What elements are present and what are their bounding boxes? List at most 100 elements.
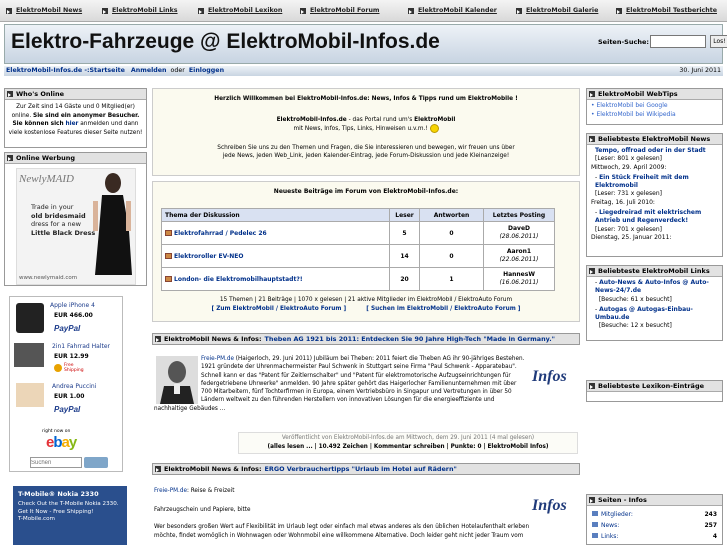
nav-link[interactable]: ElektroMobil Lexikon — [208, 7, 282, 14]
news-link[interactable]: Ein Stück Freiheit mit dem Elektromobil — [595, 174, 689, 189]
news-source-link[interactable]: Freie-PM.de — [154, 488, 187, 494]
minus-icon[interactable] — [7, 155, 13, 161]
popular-news-list: Tempo, offroad oder in der Stadt [Leser: … — [587, 145, 722, 244]
box-header: Beliebteste ElektroMobil Links — [587, 266, 722, 277]
news-published: Veröffentlicht von ElektroMobil-Infos.de… — [281, 435, 535, 441]
last-post-date: (22.06.2011) — [499, 256, 539, 263]
nav-link[interactable]: ElektroMobil Testberichte — [626, 7, 717, 14]
news-link[interactable]: Liegedreirad mit elektrischem Antrieb un… — [595, 209, 701, 224]
webtips-box: ElektroMobil WebTips • ElektroMobil bei … — [586, 88, 723, 125]
arrow-icon — [155, 466, 161, 472]
nav-testberichte[interactable]: ElektroMobil Testberichte — [616, 7, 717, 14]
forum-title: Neueste Beiträge im Forum von ElektroMob… — [273, 188, 459, 195]
last-post-date: (28.06.2011) — [499, 233, 539, 240]
news-date: Freitag, 16. Juli 2010: — [591, 198, 655, 206]
last-post-user[interactable]: Aaron1 — [507, 248, 531, 255]
forum-link[interactable]: [ Zum ElektroMobil / ElektroAuto Forum ] — [212, 306, 347, 312]
news-link[interactable]: Tempo, offroad oder in der Stadt — [595, 147, 706, 154]
site-header: Elektro-Fahrzeuge @ ElektroMobil-Infos.d… — [4, 24, 727, 64]
list-item: • ElektroMobil bei Google — [591, 102, 668, 109]
minus-icon[interactable] — [7, 91, 13, 97]
reply-count: 0 — [419, 244, 484, 268]
whos-online-box: Who's Online Zur Zeit sind 14 Gäste und … — [4, 88, 147, 148]
list-item: • ElektroMobil bei Wikipedia — [591, 110, 676, 118]
topic-link[interactable]: London- die Elektromobilhauptstadt?! — [174, 276, 303, 283]
last-post-user[interactable]: DaveD — [508, 225, 530, 232]
search-button[interactable]: Los! — [710, 35, 727, 48]
newlymaid-ad[interactable]: NewlyMAID Trade in your old bridesmaid d… — [16, 168, 136, 285]
news-source-link[interactable]: Freie-PM.de — [201, 356, 234, 362]
nav-forum[interactable]: ElektroMobil Forum — [300, 7, 380, 14]
nav-link[interactable]: ElektroMobil Links — [112, 7, 178, 14]
column-header: Leser — [389, 208, 420, 222]
webtip-link[interactable]: ElektroMobil bei Google — [596, 102, 667, 109]
ebay-item-price: EUR 466.00 — [54, 312, 93, 319]
news-category: ElektroMobil News & Infos: — [164, 464, 262, 473]
portal-name: ElektroMobil-Infos.de — [276, 116, 347, 123]
tmobile-ad[interactable]: T-Mobile® Nokia 2330 Check Out the T-Mob… — [13, 486, 127, 545]
nav-links[interactable]: ElektroMobil Links — [102, 7, 178, 14]
minus-icon[interactable] — [589, 136, 595, 142]
nav-kalender[interactable]: ElektroMobil Kalender — [408, 7, 497, 14]
topic-icon — [165, 253, 172, 259]
stat-label[interactable]: Mitglieder: — [601, 511, 633, 518]
search-label: Seiten-Suche: — [598, 38, 649, 46]
link-item[interactable]: Autogas @ Autogas-Einbau-Umbau.de — [595, 306, 693, 321]
stat-icon — [592, 511, 598, 516]
home-link[interactable]: ElektroMobil-Infos.de -:Startseite — [6, 67, 125, 74]
ebay-search-button[interactable] — [84, 457, 108, 468]
ebay-ad[interactable]: Apple iPhone 4 EUR 466.00 PayPal 2in1 Fa… — [9, 296, 123, 472]
nav-link[interactable]: ElektroMobil News — [16, 7, 82, 14]
minus-icon[interactable] — [589, 268, 595, 274]
visit-count: [Besuche: 12 x besucht] — [598, 322, 672, 330]
news-title-link[interactable]: ERGO Verbrauchertipps "Urlaub im Hotel a… — [265, 464, 457, 475]
register-link[interactable]: Einloggen — [189, 67, 224, 74]
nav-link[interactable]: ElektroMobil Kalender — [418, 7, 497, 14]
nav-lexikon[interactable]: ElektroMobil Lexikon — [198, 7, 282, 14]
news-title-link[interactable]: Theben AG 1921 bis 2011: Entdecken Sie 9… — [265, 334, 555, 345]
nav-news[interactable]: ElektroMobil News — [6, 7, 82, 14]
minus-icon[interactable] — [589, 497, 595, 503]
box-header: Beliebteste ElektroMobil News — [587, 134, 722, 145]
webtip-link[interactable]: ElektroMobil bei Wikipedia — [596, 111, 675, 118]
nav-link[interactable]: ElektroMobil Forum — [310, 7, 380, 14]
arrow-icon — [408, 7, 414, 14]
list-item: Tempo, offroad oder in der Stadt [Leser: … — [591, 147, 718, 164]
forum-stats-text: 15 Themen | 21 Beiträge | 1070 x gelesen… — [219, 297, 513, 303]
ebay-item-name[interactable]: 2in1 Fahrrad Halter — [52, 343, 110, 350]
stat-icon — [592, 533, 598, 538]
stat-row: Links: 4 — [592, 531, 717, 542]
box-title: Online Werbung — [16, 153, 76, 162]
column-header: Thema der Diskussion — [161, 208, 390, 222]
arrow-icon — [198, 7, 204, 14]
ebay-item-name[interactable]: Apple iPhone 4 — [50, 302, 95, 309]
forum-search-link[interactable]: [ Suchen im ElektroMobil / ElektroAuto F… — [366, 306, 520, 312]
news-subtitle: Fahrzeugschein und Papiere, bitte — [154, 506, 251, 513]
box-header: ElektroMobil WebTips — [587, 89, 722, 100]
infos-logo: Infos — [532, 497, 567, 514]
welcome-headline: Herzlich Willkommen bei ElektroMobil-Inf… — [214, 96, 518, 102]
tmobile-title[interactable]: T-Mobile® Nokia 2330 — [18, 490, 122, 498]
topic-link[interactable]: Elektrofahrrad / Pedelec 26 — [174, 230, 267, 237]
stat-label[interactable]: News: — [601, 522, 619, 529]
login-link[interactable]: Anmelden — [131, 67, 167, 74]
news-actions[interactable]: (alles lesen ... | 10.492 Zeichen | Komm… — [239, 443, 577, 452]
nav-galerie[interactable]: ElektroMobil Galerie — [516, 7, 598, 14]
column-header: Letztes Posting — [483, 208, 555, 222]
minus-icon[interactable] — [589, 91, 595, 97]
hier-link[interactable]: hier — [65, 121, 78, 127]
last-post-user[interactable]: HannesW — [503, 271, 535, 278]
minus-icon[interactable] — [589, 383, 595, 389]
link-item[interactable]: Auto-News & Auto-Infos @ Auto-News-24/7.… — [595, 279, 709, 294]
ebay-item-name[interactable]: Andrea Puccini — [52, 383, 96, 390]
paypal-text: PayPal — [54, 405, 81, 414]
ebay-search-input[interactable] — [30, 457, 82, 468]
ad-box: Online Werbung NewlyMAID Trade in your o… — [4, 152, 147, 286]
nav-link[interactable]: ElektroMobil Galerie — [526, 7, 598, 14]
search-input[interactable] — [650, 35, 706, 48]
stat-row: Mitglieder: 243 — [592, 509, 717, 520]
news-category: ElektroMobil News & Infos: — [164, 334, 262, 343]
topic-link[interactable]: Elektroroller EV-NEO — [174, 253, 244, 260]
list-item: - Auto-News & Auto-Infos @ Auto-News-24/… — [595, 279, 709, 303]
stat-label[interactable]: Links: — [601, 533, 618, 540]
